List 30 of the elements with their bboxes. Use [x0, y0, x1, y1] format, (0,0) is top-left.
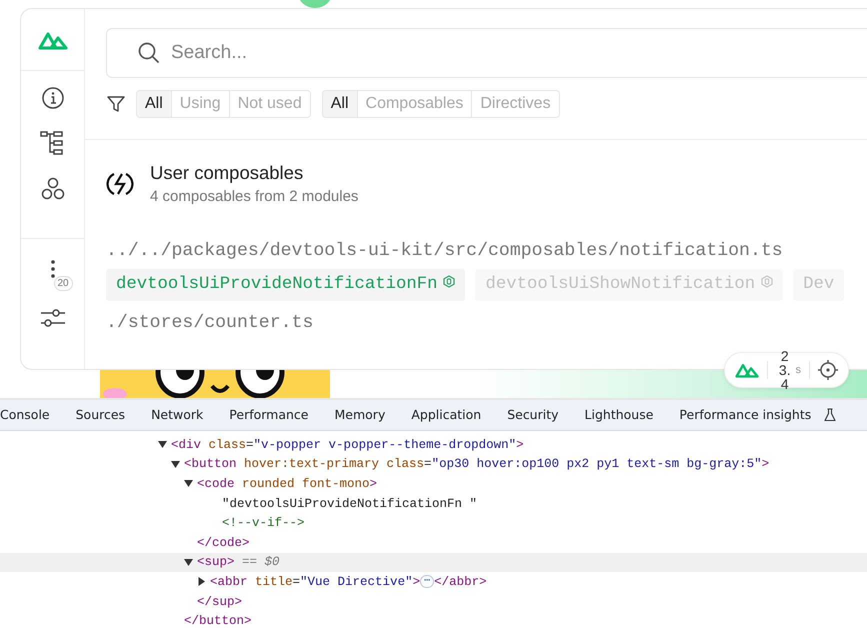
section-subtitle: 4 composables from 2 modules: [150, 188, 358, 205]
section-title: User composables: [150, 162, 304, 184]
time-unit: s: [796, 364, 801, 376]
count-badge: 20: [54, 276, 73, 291]
devtools-tab[interactable]: Lighthouse: [572, 400, 666, 430]
element-tag[interactable]: <div class="v-popper v-popper--theme-dropdown">: [171, 438, 524, 452]
closing-tag[interactable]: </sup>: [197, 594, 242, 609]
html-comment[interactable]: <!--v-if-->: [210, 516, 305, 530]
element-tag[interactable]: <button hover:text-primary class="op30 hover:op100 px2 py1 text-sm bg-gray:5">: [184, 457, 770, 472]
element-tag[interactable]: <sup> == $0: [197, 555, 280, 570]
devtools-tab[interactable]: Performance insights: [666, 400, 824, 430]
closing-tag[interactable]: </button>: [184, 614, 252, 628]
module-path: ./stores/counter.ts: [106, 313, 314, 333]
load-time: 23.4: [778, 349, 792, 391]
element-tag[interactable]: <code rounded font-mono>: [197, 476, 378, 491]
search-field[interactable]: Search...: [106, 28, 867, 78]
devtools-tab[interactable]: Application: [398, 400, 494, 430]
devtools-tab[interactable]: Sources: [62, 400, 138, 430]
element-tag[interactable]: <abbr title="Vue Directive"> ⋯ </abbr>: [210, 574, 487, 589]
filter-toggle[interactable]: All: [322, 91, 358, 117]
text-node[interactable]: "devtoolsUiProvideNotificationFn ": [210, 496, 478, 511]
filter-toggle[interactable]: All: [137, 91, 172, 117]
devtools-tab[interactable]: Security: [494, 400, 572, 430]
devtools-tab[interactable]: Console: [0, 400, 63, 430]
module-path: ../../packages/devtools-ui-kit/src/composables/notification.ts: [106, 241, 784, 261]
devtools-tab[interactable]: Performance: [216, 400, 322, 430]
devtools-tab[interactable]: Memory: [322, 400, 398, 430]
highlighted-row[interactable]: <sup> == $0: [0, 552, 867, 572]
closing-tag[interactable]: </code>: [197, 536, 250, 550]
devtools-tab[interactable]: Network: [138, 400, 216, 430]
